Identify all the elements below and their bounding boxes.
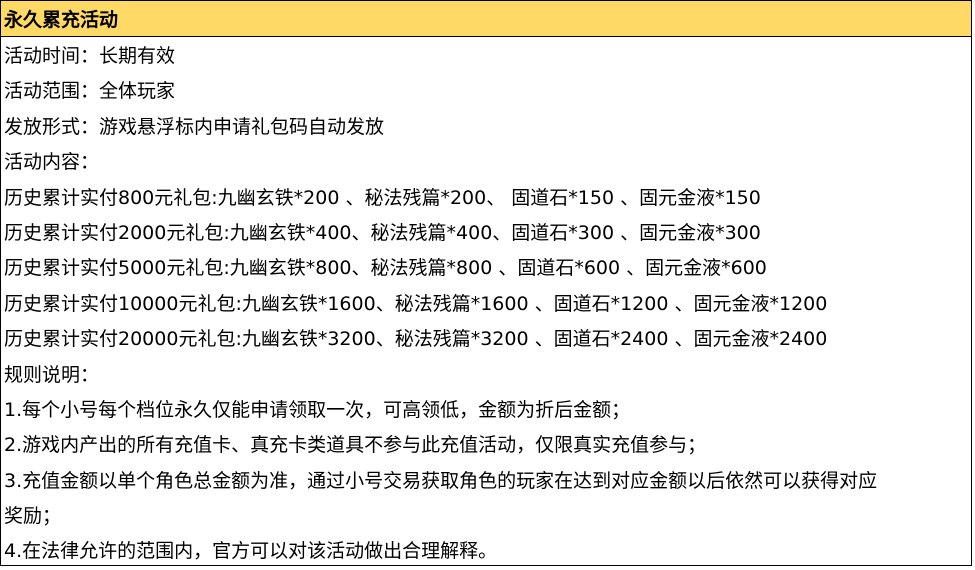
rule-4: 4.在法律允许的范围内，官方可以对该活动做出合理解释。 bbox=[4, 540, 498, 563]
rule-3-continued: 奖励； bbox=[4, 505, 62, 528]
event-title: 永久累充活动 bbox=[4, 9, 119, 31]
event-content-heading: 活动内容： bbox=[4, 151, 100, 174]
rule-3: 3.充值金额以单个角色总金额为准，通过小号交易获取角色的玩家在达到对应金额以后依… bbox=[4, 469, 878, 492]
rules-heading: 规则说明： bbox=[4, 363, 100, 386]
event-title-cell: 永久累充活动 bbox=[1, 0, 971, 37]
rule-1: 1.每个小号每个档位永久仅能申请领取一次，可高领低，金额为折后金额； bbox=[4, 398, 631, 421]
reward-tier-800: 历史累计实付800元礼包:九幽玄铁*200 、秘法残篇*200、 固道石*150… bbox=[4, 186, 761, 209]
reward-tier-5000: 历史累计实付5000元礼包:九幽玄铁*800、秘法残篇*800 、固道石*600… bbox=[4, 257, 767, 280]
distribution-method-line: 发放形式：游戏悬浮标内申请礼包码自动发放 bbox=[4, 115, 385, 138]
event-scope-line: 活动范围：全体玩家 bbox=[4, 80, 176, 103]
event-sheet: 永久累充活动 活动时间：长期有效 活动范围：全体玩家 发放形式：游戏悬浮标内申请… bbox=[0, 0, 972, 566]
reward-tier-20000: 历史累计实付20000元礼包:九幽玄铁*3200、秘法残篇*3200 、固道石*… bbox=[4, 328, 828, 351]
event-details-cell: 活动时间：长期有效 活动范围：全体玩家 发放形式：游戏悬浮标内申请礼包码自动发放… bbox=[1, 37, 971, 570]
reward-tier-10000: 历史累计实付10000元礼包:九幽玄铁*1600、秘法残篇*1600 、固道石*… bbox=[4, 292, 828, 315]
rule-2: 2.游戏内产出的所有充值卡、真充卡类道具不参与此充值活动，仅限真实充值参与； bbox=[4, 434, 707, 457]
event-time-line: 活动时间：长期有效 bbox=[4, 45, 176, 67]
reward-tier-2000: 历史累计实付2000元礼包:九幽玄铁*400、秘法残篇*400、固道石*300 … bbox=[4, 221, 761, 244]
